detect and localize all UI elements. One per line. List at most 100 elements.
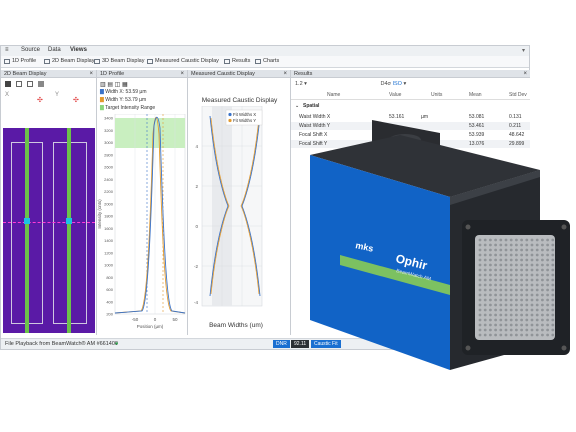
mesh-hole [525,258,529,262]
mesh-hole [489,243,492,247]
mesh-hole [499,268,503,272]
mesh-hole [541,303,544,307]
caustic-chart[interactable]: Fit Widths X Fit Widths Y 4 2 0 -2 -4 Be… [188,106,291,334]
mesh-hole [520,313,523,317]
pane-2d-beam: 2D Beam Display × X Y ✣ ✣ [1,70,97,335]
ytick-label: 3200 [104,128,114,133]
col-units: Units [431,92,443,98]
toolbar-3d-beam[interactable]: 3D Beam Display [93,57,147,66]
mesh-hole [525,323,529,327]
mesh-hole [504,318,508,322]
mesh-hole [509,323,513,327]
mesh-hole [551,258,555,262]
mesh-hole [483,258,487,262]
beam-spot-right [66,218,72,224]
toolbar-charts[interactable]: Charts [254,57,281,66]
mesh-hole [515,318,518,322]
crosshair-icon[interactable] [27,81,33,87]
mesh-hole [499,248,503,252]
mesh-hole [494,248,497,252]
dnr-label: DNR [276,341,287,347]
mesh-hole [489,268,492,272]
mesh-hole [530,318,534,322]
mesh-hole [509,333,513,337]
mesh-hole [483,283,487,287]
zoom-icon[interactable] [16,81,22,87]
beam-3d-icon [94,59,100,64]
tool-icon[interactable] [5,81,11,87]
mesh-hole [509,248,513,252]
toolbar-results[interactable]: Results [223,57,252,66]
toolbar-1d-profile[interactable]: 1D Profile [3,57,38,66]
mesh-hole [489,323,492,327]
dnr-badge: DNR [273,340,290,348]
caustic-ytick: -2 [194,264,198,269]
mesh-hole [530,258,534,262]
toolbar-2d-beam[interactable]: 2D Beam Display [43,57,97,66]
menu-data[interactable]: Data [48,47,61,53]
mesh-hole [535,313,539,317]
palette-icon[interactable] [38,81,44,87]
mesh-hole [515,278,518,282]
profile-xlabel: Position (µm) [137,324,164,329]
legend-dot-x [228,112,232,117]
iso-tag: ISO [392,81,402,87]
mesh-hole [551,268,555,272]
close-icon[interactable]: × [283,70,287,78]
beam-spot-left [24,218,30,224]
mesh-hole [504,243,508,247]
mesh-hole [509,313,513,317]
mesh-hole [525,328,529,332]
section-spatial[interactable]: ⌄ Spatial [291,102,530,110]
mesh-hole [546,318,549,322]
beam-image[interactable] [3,128,95,333]
mesh-hole [504,258,508,262]
toolbar-label: 3D Beam Display [102,58,145,64]
mesh-hole [515,248,518,252]
expand-icon[interactable]: 1.2 ▾ [295,81,307,87]
mesh-hole [489,303,492,307]
beam-line-right [67,128,71,333]
close-icon[interactable]: × [523,70,527,78]
menu-icon[interactable]: ≡ [5,47,9,53]
mesh-hole [546,268,549,272]
mesh-hole [494,303,497,307]
mesh-hole [541,253,544,257]
mesh-hole [530,263,534,267]
toolbar-caustic[interactable]: Measured Caustic Display [146,57,221,66]
mesh-hole [489,263,492,267]
profile-tools[interactable]: ▥ ▤ ◫ ▦ [100,81,128,88]
profile-chart[interactable]: 3400320030002800260024002200200018001600… [97,114,188,335]
mesh-hole [515,288,518,292]
beam-line-left [25,128,29,333]
close-icon[interactable]: × [180,70,184,78]
axis-y-label: Y [55,92,60,98]
mesh-hole [551,263,555,267]
mesh-hole [530,238,534,242]
mesh-hole [483,288,487,292]
mesh-hole [494,308,497,312]
mesh-hole [546,308,549,312]
mesh-hole [478,243,482,247]
mesh-hole [483,243,487,247]
mesh-hole [515,283,518,287]
mesh-hole [504,298,508,302]
mesh-hole [525,238,529,242]
mesh-hole [509,273,513,277]
mesh-hole [551,308,555,312]
mesh-hole [515,243,518,247]
mesh-hole [535,268,539,272]
mesh-hole [483,323,487,327]
menu-views[interactable]: Views [70,47,87,53]
mesh-hole [489,308,492,312]
mesh-hole [551,318,555,322]
close-icon[interactable]: × [89,70,93,78]
mesh-hole [483,298,487,302]
mesh-hole [509,318,513,322]
mesh-hole [515,253,518,257]
results-measure-dropdown[interactable]: D4σ ISO ▾ [380,81,406,87]
collapse-icon[interactable]: ▾ [522,47,525,54]
menu-source[interactable]: Source [21,47,40,53]
mesh-hole [535,293,539,297]
pane-caustic: Measured Caustic Display × Measured Caust… [188,70,291,335]
